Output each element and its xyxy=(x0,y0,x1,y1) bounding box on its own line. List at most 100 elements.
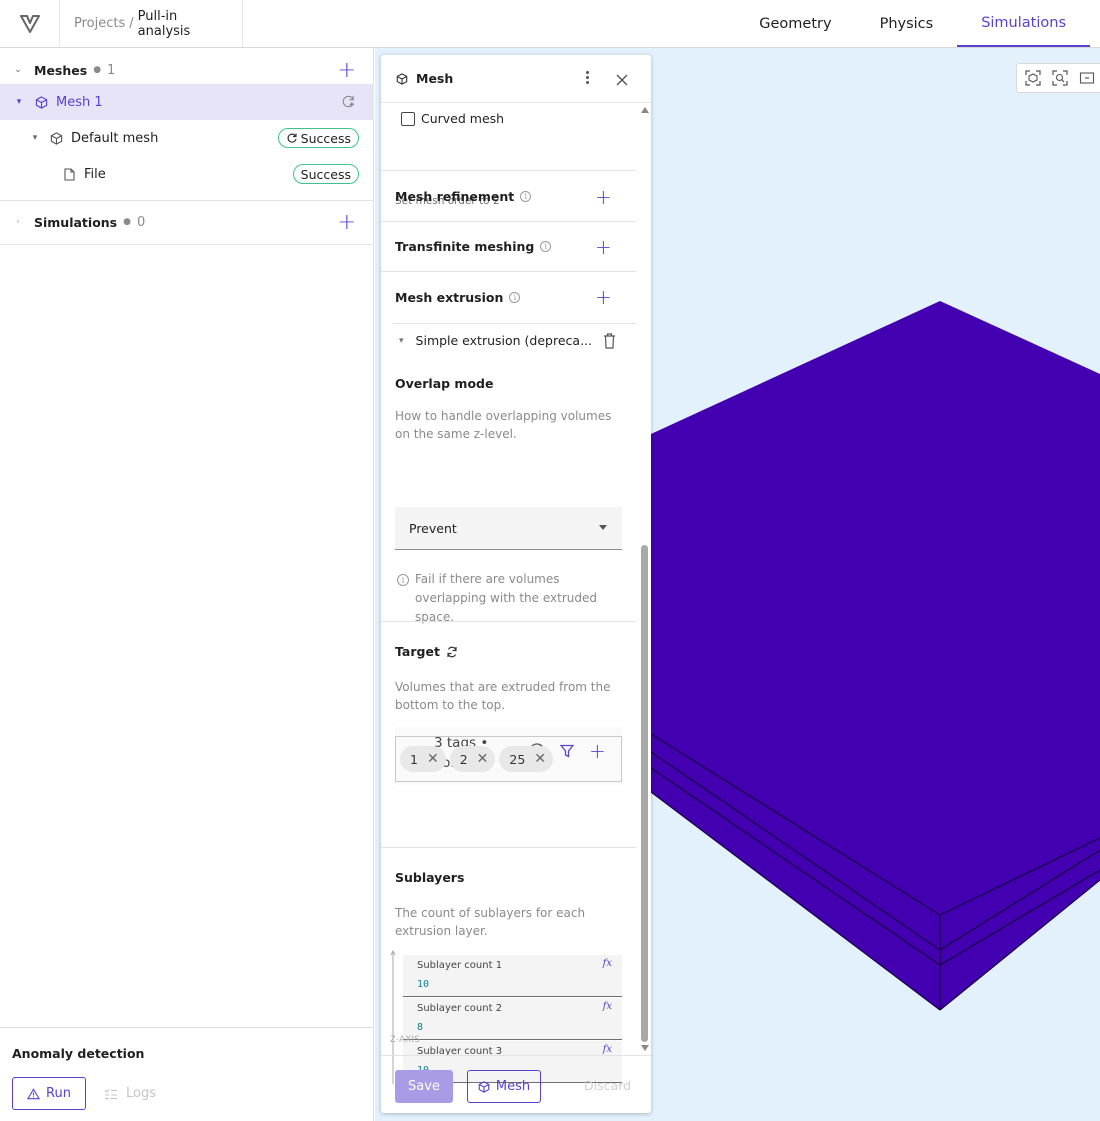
mesh-button[interactable]: Mesh xyxy=(467,1070,541,1103)
overlap-mode-value: Prevent xyxy=(409,520,457,536)
anomaly-detection-section: Anomaly detection Run Logs xyxy=(0,1027,374,1121)
simulations-label: Simulations xyxy=(34,214,118,230)
sublayer-count-1-field[interactable]: Sublayer count 1 10 fx xyxy=(403,955,622,997)
remove-tag-icon[interactable]: ✕ xyxy=(427,751,439,767)
default-mesh-label: Default mesh xyxy=(71,130,159,146)
tab-simulations[interactable]: Simulations xyxy=(957,0,1090,47)
sublayer-label: Sublayer count 1 xyxy=(417,960,503,971)
sublayers-description: The count of sublayers for each extrusio… xyxy=(395,906,586,938)
info-icon[interactable]: i xyxy=(540,241,552,252)
divider xyxy=(393,323,636,324)
add-transfinite-button[interactable]: + xyxy=(595,237,612,257)
close-icon[interactable] xyxy=(616,74,628,86)
caret-down-icon xyxy=(599,525,607,530)
tab-geometry[interactable]: Geometry xyxy=(735,0,855,47)
cube-icon xyxy=(50,131,63,145)
divider xyxy=(381,621,636,622)
top-bar: Projects / Pull-in analysis Geometry Phy… xyxy=(0,0,1100,48)
file-icon xyxy=(64,167,75,181)
more-options-icon[interactable] xyxy=(586,71,589,84)
tag-chip: 2 ✕ xyxy=(449,746,496,772)
zoom-selection-icon[interactable] xyxy=(1052,70,1068,86)
caret-down-icon[interactable]: ▾ xyxy=(29,133,41,143)
caret-down-icon[interactable]: ▾ xyxy=(13,97,25,107)
add-mesh-button[interactable]: + xyxy=(338,60,356,82)
run-button[interactable]: Run xyxy=(12,1077,86,1110)
overlap-description: How to handle overlapping volumes on the… xyxy=(395,409,612,441)
mesh-refinement-title: Mesh refinement i xyxy=(395,189,532,204)
divider xyxy=(381,271,636,272)
status-badge: Success xyxy=(292,164,359,184)
sublayers-title: Sublayers xyxy=(395,870,465,885)
fit-view-icon[interactable] xyxy=(1025,70,1041,86)
tree-meshes-header[interactable]: ⌄ Meshes ● 1 + xyxy=(0,52,374,88)
main-tabs: Geometry Physics Simulations xyxy=(735,0,1100,47)
scroll-thumb[interactable] xyxy=(641,545,648,1042)
tree-item-file[interactable]: File Success xyxy=(0,156,374,192)
separator-dot: ● xyxy=(123,217,131,227)
viewport-option-icon[interactable] xyxy=(1079,70,1095,86)
sublayer-value[interactable]: 10 xyxy=(417,979,429,990)
breadcrumb-projects[interactable]: Projects xyxy=(74,16,125,31)
logo-icon xyxy=(19,14,40,33)
function-icon[interactable]: fx xyxy=(603,1001,612,1012)
logs-label: Logs xyxy=(126,1086,156,1101)
chevron-right-icon[interactable]: › xyxy=(12,217,24,227)
transfinite-meshing-title: Transfinite meshing i xyxy=(395,239,552,254)
info-icon[interactable]: i xyxy=(509,292,521,303)
add-mesh-refinement-button[interactable]: + xyxy=(595,187,612,207)
tab-physics[interactable]: Physics xyxy=(856,0,958,47)
tree-simulations-header[interactable]: › Simulations ● 0 + xyxy=(0,204,374,240)
remove-tag-icon[interactable]: ✕ xyxy=(477,751,489,767)
caret-down-icon[interactable]: ▾ xyxy=(399,336,404,346)
meshes-count: 1 xyxy=(107,62,116,78)
tag-chip-label: 1 xyxy=(410,751,418,767)
sublayer-value[interactable]: 8 xyxy=(417,1022,423,1033)
sublayer-count-2-field[interactable]: Sublayer count 2 8 fx xyxy=(403,998,622,1040)
overlap-mode-select[interactable]: Prevent xyxy=(395,507,622,550)
app-logo[interactable] xyxy=(0,0,60,47)
curved-mesh-checkbox[interactable] xyxy=(401,111,415,126)
remove-tag-icon[interactable]: ✕ xyxy=(534,751,546,767)
scroll-down-icon[interactable] xyxy=(641,1045,649,1051)
trash-icon[interactable] xyxy=(603,333,616,349)
overlap-info-text: Fail if there are volumes overlapping wi… xyxy=(415,572,597,624)
cube-icon xyxy=(396,72,408,85)
scroll-up-icon[interactable] xyxy=(641,107,649,113)
target-title: Target xyxy=(395,644,458,659)
info-icon[interactable]: i xyxy=(520,191,532,202)
add-mesh-extrusion-button[interactable]: + xyxy=(595,287,612,307)
cube-icon xyxy=(478,1080,490,1093)
meshes-label: Meshes xyxy=(34,62,88,78)
save-button[interactable]: Save xyxy=(395,1070,453,1103)
mesh-extrusion-title: Mesh extrusion i xyxy=(395,290,521,305)
add-simulation-button[interactable]: + xyxy=(338,212,356,234)
tree-item-default-mesh[interactable]: ▾ Default mesh Success xyxy=(0,120,374,156)
z-axis-label: Z-AXIS xyxy=(390,1035,420,1045)
breadcrumb-separator: / xyxy=(129,16,134,31)
panel-header: Mesh xyxy=(381,55,651,103)
regenerate-icon[interactable] xyxy=(341,94,356,109)
divider xyxy=(381,221,636,222)
list-icon xyxy=(104,1088,117,1099)
separator-dot: ● xyxy=(93,65,102,75)
simulations-count: 0 xyxy=(136,214,146,230)
function-icon[interactable]: fx xyxy=(603,958,612,969)
curved-mesh-label: Curved mesh xyxy=(421,111,505,126)
breadcrumb-current: Pull-in analysis xyxy=(137,8,191,39)
tree-item-mesh-1[interactable]: ▾ Mesh 1 xyxy=(0,84,374,120)
tags-input[interactable]: 1 ✕ 2 ✕ 25 ✕ xyxy=(395,736,622,782)
sync-icon[interactable] xyxy=(446,646,458,658)
target-label: Target xyxy=(395,644,440,659)
tag-chip: 1 ✕ xyxy=(400,746,446,772)
mesh-panel: Mesh Curved mesh Set mesh order to 2 Mes… xyxy=(381,55,651,1113)
overlap-mode-title: Overlap mode xyxy=(395,376,494,391)
discard-button[interactable]: Discard xyxy=(584,1078,631,1093)
warning-icon xyxy=(27,1087,41,1099)
function-icon[interactable]: fx xyxy=(603,1044,612,1055)
curved-mesh-checkbox-row[interactable]: Curved mesh xyxy=(401,111,504,126)
chevron-down-icon[interactable]: ⌄ xyxy=(12,65,24,75)
simple-extrusion-row[interactable]: ▾ Simple extrusion (depreca... xyxy=(399,333,592,348)
logs-button[interactable]: Logs xyxy=(104,1077,156,1110)
panel-scrollbar[interactable] xyxy=(638,103,651,1053)
